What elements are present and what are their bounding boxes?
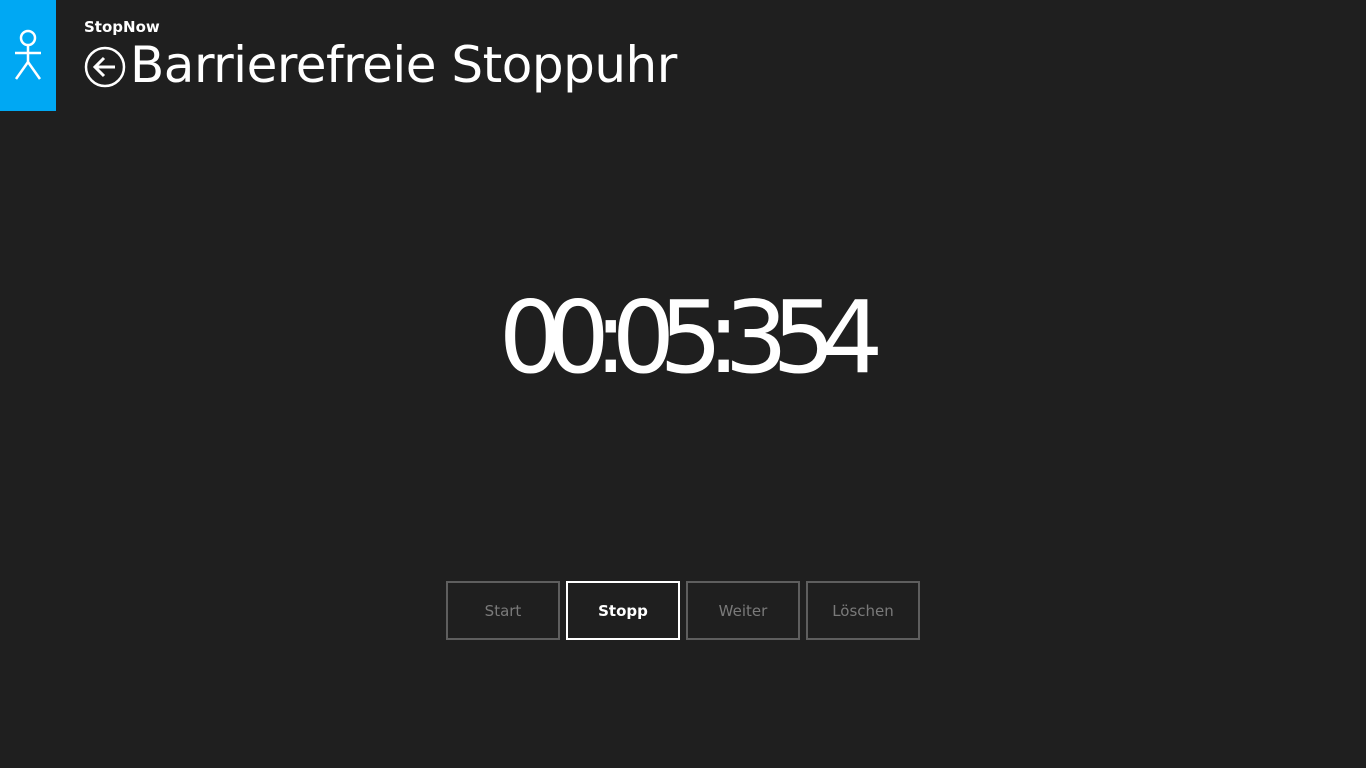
- stopwatch-page: StopNow Barrierefreie Stoppuhr 00:05:354…: [0, 0, 1366, 768]
- page-title: Barrierefreie Stoppuhr: [130, 36, 677, 94]
- back-button[interactable]: [84, 46, 126, 88]
- back-arrow-icon: [84, 46, 126, 88]
- control-bar: Start Stopp Weiter Löschen: [446, 581, 920, 640]
- stop-button[interactable]: Stopp: [566, 581, 680, 640]
- stick-figure-icon: [14, 29, 42, 80]
- resume-button[interactable]: Weiter: [686, 581, 800, 640]
- start-button[interactable]: Start: [446, 581, 560, 640]
- app-logo-tile: [0, 0, 56, 111]
- timer-display: 00:05:354: [498, 279, 884, 396]
- clear-button[interactable]: Löschen: [806, 581, 920, 640]
